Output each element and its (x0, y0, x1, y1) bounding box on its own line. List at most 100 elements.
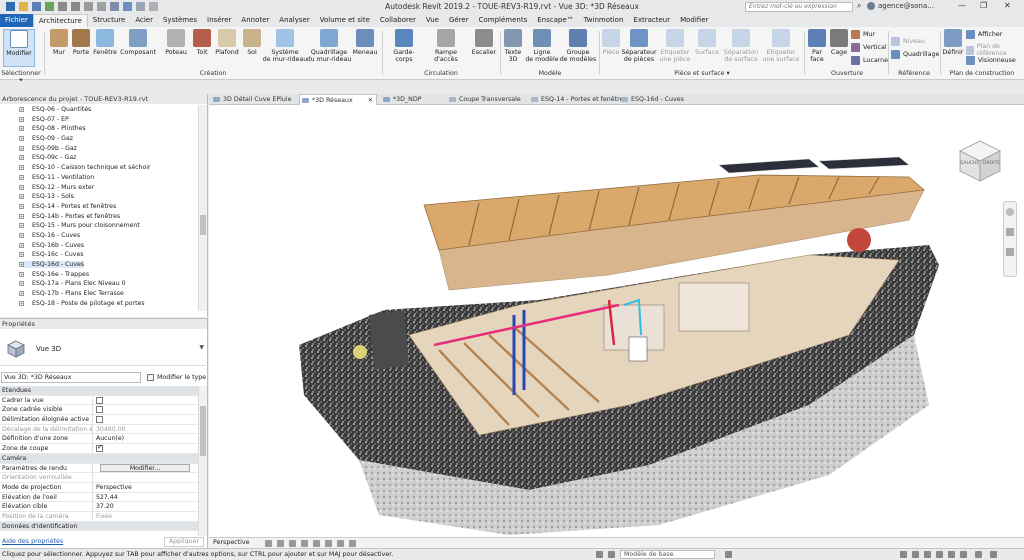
scrollbar-thumb[interactable] (200, 406, 206, 456)
worksets-icon[interactable] (596, 551, 603, 558)
browser-view-item[interactable]: + ESQ-14 - Portes et fenêtres (0, 202, 198, 212)
property-value[interactable]: 527.44 (93, 493, 199, 502)
sun-path-icon[interactable] (289, 540, 296, 547)
etiqueter-surface-button[interactable]: Etiqueter une surface (762, 29, 800, 63)
garde-corps-button[interactable]: Garde-corps (386, 29, 422, 63)
property-value[interactable] (93, 473, 199, 482)
appliquer-button[interactable]: Appliquer (164, 537, 204, 547)
composant-button[interactable]: Composant (118, 29, 158, 56)
property-row[interactable]: Mode de projection Perspective (0, 482, 199, 493)
tab-enscape[interactable]: Enscape™ (532, 14, 578, 27)
expand-icon[interactable]: + (19, 203, 24, 209)
browser-view-item[interactable]: + ESQ-09b - Gaz (0, 144, 198, 154)
property-row[interactable]: Décalage de la délimitation él... 30480.0… (0, 424, 199, 435)
3d-view-canvas[interactable]: GAUCHE DROITE (209, 105, 1024, 537)
toit-button[interactable]: Toit (192, 29, 212, 56)
expand-icon[interactable]: + (19, 155, 24, 161)
lucarne-button[interactable]: Lucarne (851, 56, 888, 65)
expand-icon[interactable]: + (19, 232, 24, 238)
steering-wheel-icon[interactable] (1006, 208, 1014, 216)
projection-mode[interactable]: Perspective (213, 539, 249, 546)
expand-icon[interactable]: + (19, 136, 24, 142)
property-value[interactable]: 30480.00 (93, 425, 199, 434)
minimize-button[interactable]: — (958, 1, 966, 10)
expand-icon[interactable]: + (19, 174, 24, 180)
chevron-down-icon[interactable]: ▼ (199, 344, 204, 351)
tab-fichier[interactable]: Fichier (0, 14, 33, 27)
definir-button[interactable]: Définir (942, 29, 964, 56)
tab-gerer[interactable]: Gérer (444, 14, 474, 27)
property-value[interactable]: Perspective (93, 483, 199, 492)
cabin-box[interactable] (369, 310, 409, 370)
browser-view-item[interactable]: + ESQ-09c - Gaz (0, 153, 198, 163)
tab-annoter[interactable]: Annoter (236, 14, 274, 27)
browser-view-item[interactable]: + ESQ-17b - Plans Elec Terrasse (0, 289, 198, 299)
detail-level-icon[interactable] (265, 540, 272, 547)
properties-scrollbar[interactable] (198, 386, 207, 536)
expand-icon[interactable]: + (19, 184, 24, 190)
browser-view-item[interactable]: + ESQ-13 - Sols (0, 192, 198, 202)
property-category[interactable]: Données d'identification (0, 521, 199, 532)
browser-view-item[interactable]: + ESQ-14b - Portes et fenêtres (0, 212, 198, 222)
tab-modifier[interactable]: Modifier (675, 14, 713, 27)
tab-analyser[interactable]: Analyser (274, 14, 314, 27)
systeme-mur-rideau-button[interactable]: Système de mur-rideau (262, 29, 308, 63)
quadrillage-mur-rideau-button[interactable]: Quadrillage du mur-rideau (307, 29, 351, 63)
expand-icon[interactable]: + (19, 194, 24, 200)
expand-icon[interactable]: + (19, 242, 24, 248)
piece-button[interactable]: Pièce (602, 29, 620, 56)
viewcube-face-left[interactable]: GAUCHE (960, 161, 979, 166)
browser-view-item[interactable]: + ESQ-06 - Quantités (0, 105, 198, 115)
property-row[interactable]: Délimitation éloignée active (0, 415, 199, 425)
expand-icon[interactable]: + (19, 252, 24, 258)
property-row[interactable]: Cadrer la vue (0, 395, 199, 406)
property-row[interactable]: Elévation de l'oeil 527.44 (0, 492, 199, 503)
tab-volume-et-site[interactable]: Volume et site (315, 14, 375, 27)
mur-opening-button[interactable]: Mur (851, 30, 875, 39)
browser-view-item[interactable]: + ESQ-11 - Ventilation (0, 173, 198, 183)
pan-icon[interactable] (1006, 248, 1014, 256)
visionneuse-button[interactable]: Visionneuse (966, 56, 1016, 65)
expand-icon[interactable]: + (19, 223, 24, 229)
par-face-button[interactable]: Par face (807, 29, 827, 63)
browser-view-item[interactable]: + ESQ-08 - Plinthes (0, 124, 198, 134)
expand-icon[interactable]: + (19, 291, 24, 297)
expand-icon[interactable]: + (19, 116, 24, 122)
modifier-rendu-button[interactable]: Modifier... (100, 463, 190, 472)
type-selector[interactable]: Vue 3D ▼ (0, 330, 208, 366)
groupe-de-modeles-button[interactable]: Groupe de modèles (560, 29, 596, 63)
tab-twinmotion[interactable]: Twinmotion (579, 14, 629, 27)
poteau-button[interactable]: Poteau (162, 29, 190, 56)
property-checkbox[interactable] (96, 416, 103, 424)
zoom-icon[interactable] (1006, 228, 1014, 236)
property-row[interactable]: Zone cadrée visible (0, 405, 199, 416)
ligne-de-modele-button[interactable]: Ligne de modèle (525, 29, 559, 63)
texte-3d-button[interactable]: Texte 3D (503, 29, 523, 63)
tab-architecture[interactable]: Architecture (32, 14, 88, 27)
filter-icon[interactable] (960, 551, 967, 558)
select-by-face-icon[interactable] (936, 551, 943, 558)
tab-collaborer[interactable]: Collaborer (375, 14, 421, 27)
escalier-button[interactable]: Escalier (470, 29, 498, 56)
plan-de-reference-button[interactable]: Plan de référence (966, 43, 1024, 57)
expand-icon[interactable]: + (19, 262, 24, 267)
browser-view-item[interactable]: + ESQ-18 - Poste de pilotage et portes (0, 299, 198, 309)
quadrillage-button[interactable]: Quadrillage (891, 50, 939, 59)
temp-hide-icon[interactable] (349, 540, 356, 547)
surface-button[interactable]: Surface (694, 29, 720, 56)
viewcube[interactable]: GAUCHE DROITE (954, 135, 1006, 187)
expand-icon[interactable]: + (19, 213, 24, 219)
property-checkbox[interactable] (96, 444, 103, 453)
mur-button[interactable]: Mur (48, 29, 70, 56)
property-checkbox[interactable] (96, 406, 103, 414)
viewcube-face-right[interactable]: DROITE (983, 161, 1000, 166)
view-tab-3d-detail-cuve[interactable]: 3D Détail Cuve EPluie (211, 94, 306, 105)
expand-icon[interactable]: + (19, 300, 24, 306)
separateur-de-pieces-button[interactable]: Séparateur de pièces (621, 29, 657, 63)
niveau-button[interactable]: Niveau (891, 37, 925, 46)
view-tab-3d-ndp[interactable]: *3D_NDP (381, 94, 443, 105)
property-row[interactable]: Définition d'une zone Aucun(e) (0, 434, 199, 445)
browser-view-item[interactable]: + ESQ-09 - Gaz (0, 134, 198, 144)
tab-acier[interactable]: Acier (130, 14, 158, 27)
drag-elements-icon[interactable] (948, 551, 955, 558)
